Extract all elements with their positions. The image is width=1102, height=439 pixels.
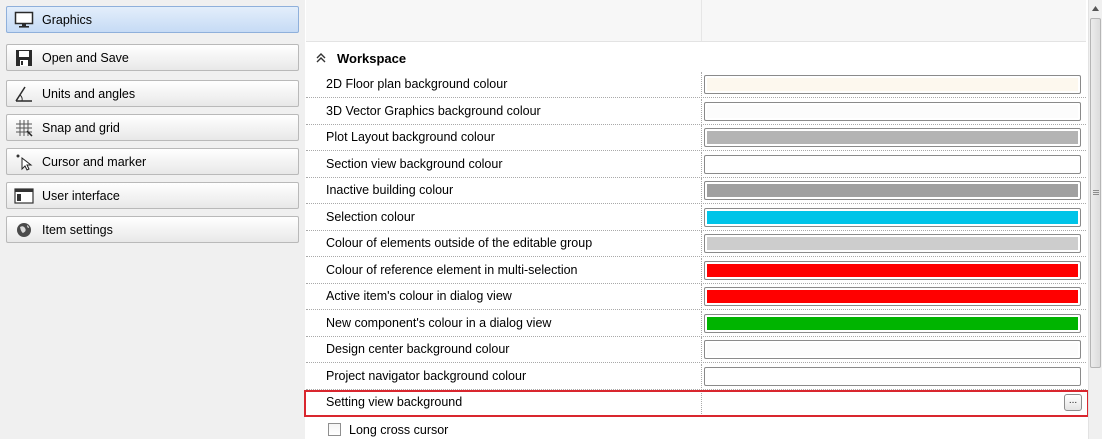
property-row[interactable]: Project navigator background colour <box>306 363 1086 390</box>
color-picker[interactable] <box>704 366 1081 386</box>
property-row[interactable]: 2D Floor plan background colour <box>306 72 1086 98</box>
property-label: Plot Layout background colour <box>326 130 495 144</box>
column-divider <box>701 257 702 284</box>
column-divider <box>701 204 702 231</box>
property-row-setting-view-background[interactable]: Setting view background ... <box>306 390 1086 416</box>
color-picker[interactable] <box>704 234 1081 253</box>
color-picker[interactable] <box>704 207 1081 227</box>
color-picker[interactable] <box>704 340 1081 359</box>
column-divider <box>701 337 702 363</box>
property-label: Inactive building colour <box>326 183 454 197</box>
property-label: Active item's colour in dialog view <box>326 289 512 303</box>
column-divider <box>701 125 702 151</box>
nav-item-units-and-angles[interactable]: Units and angles <box>6 80 299 107</box>
column-divider <box>701 98 702 125</box>
column-divider <box>701 284 702 310</box>
column-divider <box>701 72 702 98</box>
category-workspace[interactable]: Workspace <box>306 45 1086 71</box>
property-label: Design center background colour <box>326 342 510 356</box>
nav-item-label: Item settings <box>42 222 113 237</box>
property-row[interactable]: Plot Layout background colour <box>306 125 1086 151</box>
nav-item-snap-and-grid[interactable]: Snap and grid <box>6 114 299 141</box>
nav-item-label: Snap and grid <box>42 120 120 135</box>
nav-item-user-interface[interactable]: User interface <box>6 182 299 209</box>
color-picker[interactable] <box>704 313 1081 333</box>
color-swatch <box>707 237 1078 250</box>
color-swatch <box>707 263 1078 277</box>
property-row[interactable]: Inactive building colour <box>306 178 1086 204</box>
color-picker[interactable] <box>704 260 1081 280</box>
property-label: Section view background colour <box>326 156 503 171</box>
property-row[interactable]: Colour of reference element in multi-sel… <box>306 257 1086 284</box>
monitor-icon <box>13 9 35 31</box>
grid-header <box>306 0 1086 42</box>
property-label: 3D Vector Graphics background colour <box>326 103 541 118</box>
property-label: Selection colour <box>326 209 415 224</box>
grid-icon <box>13 117 35 139</box>
color-picker[interactable] <box>704 75 1081 94</box>
column-divider <box>701 151 702 178</box>
property-row[interactable]: Active item's colour in dialog view <box>306 284 1086 310</box>
column-divider <box>701 310 702 337</box>
nav-item-label: User interface <box>42 188 120 203</box>
color-picker[interactable] <box>704 154 1081 174</box>
nav-item-cursor-and-marker[interactable]: Cursor and marker <box>6 148 299 175</box>
nav-item-label: Open and Save <box>42 50 129 65</box>
color-swatch <box>707 184 1078 197</box>
nav-item-item-settings[interactable]: Item settings <box>6 216 299 243</box>
color-picker[interactable] <box>704 128 1081 147</box>
floppy-disk-icon <box>13 47 35 69</box>
scroll-up-arrow-icon[interactable] <box>1089 0 1102 17</box>
color-picker[interactable] <box>704 101 1081 121</box>
property-label: 2D Floor plan background colour <box>326 77 508 91</box>
nav-item-label: Cursor and marker <box>42 154 147 169</box>
color-swatch <box>707 290 1078 303</box>
property-row[interactable]: Design center background colour <box>306 337 1086 363</box>
color-picker[interactable] <box>704 181 1081 200</box>
checkbox-row-long-cross-cursor[interactable]: Long cross cursor <box>306 420 1086 439</box>
vertical-scrollbar[interactable] <box>1088 0 1102 439</box>
cursor-icon <box>13 151 35 173</box>
property-row[interactable]: Colour of elements outside of the editab… <box>306 231 1086 257</box>
globe-icon <box>13 219 35 241</box>
settings-nav: Graphics Open and Save Units and angles … <box>0 0 305 439</box>
color-swatch <box>707 343 1078 356</box>
color-picker[interactable] <box>704 287 1081 306</box>
scroll-thumb[interactable] <box>1090 18 1101 368</box>
nav-item-graphics[interactable]: Graphics <box>6 6 299 33</box>
column-divider <box>701 178 702 204</box>
collapse-chevron-icon[interactable] <box>315 52 329 64</box>
browse-button[interactable]: ... <box>1064 394 1082 411</box>
color-swatch <box>707 210 1078 224</box>
column-divider <box>701 231 702 257</box>
property-label: Colour of elements outside of the editab… <box>326 236 593 250</box>
window-icon <box>13 185 35 207</box>
angle-icon <box>13 83 35 105</box>
color-swatch <box>707 157 1078 171</box>
color-swatch <box>707 104 1078 118</box>
column-divider <box>701 390 702 416</box>
color-swatch <box>707 78 1078 91</box>
property-label: Colour of reference element in multi-sel… <box>326 262 578 277</box>
color-swatch <box>707 131 1078 144</box>
property-label: New component's colour in a dialog view <box>326 315 552 330</box>
long-cross-cursor-checkbox[interactable] <box>328 423 341 436</box>
property-row[interactable]: Selection colour <box>306 204 1086 231</box>
property-row[interactable]: Section view background colour <box>306 151 1086 178</box>
checkbox-label: Long cross cursor <box>349 422 449 437</box>
column-divider <box>701 0 702 41</box>
category-title: Workspace <box>337 50 407 66</box>
nav-item-label: Graphics <box>42 12 93 27</box>
property-row[interactable]: New component's colour in a dialog view <box>306 310 1086 337</box>
color-swatch <box>707 316 1078 330</box>
nav-item-open-and-save[interactable]: Open and Save <box>6 44 299 71</box>
property-grid: Workspace 2D Floor plan background colou… <box>306 0 1086 439</box>
property-label: Project navigator background colour <box>326 368 527 383</box>
property-row[interactable]: 3D Vector Graphics background colour <box>306 98 1086 125</box>
nav-item-label: Units and angles <box>42 86 136 101</box>
column-divider <box>701 363 702 390</box>
color-swatch <box>707 369 1078 383</box>
property-label: Setting view background <box>326 395 463 409</box>
